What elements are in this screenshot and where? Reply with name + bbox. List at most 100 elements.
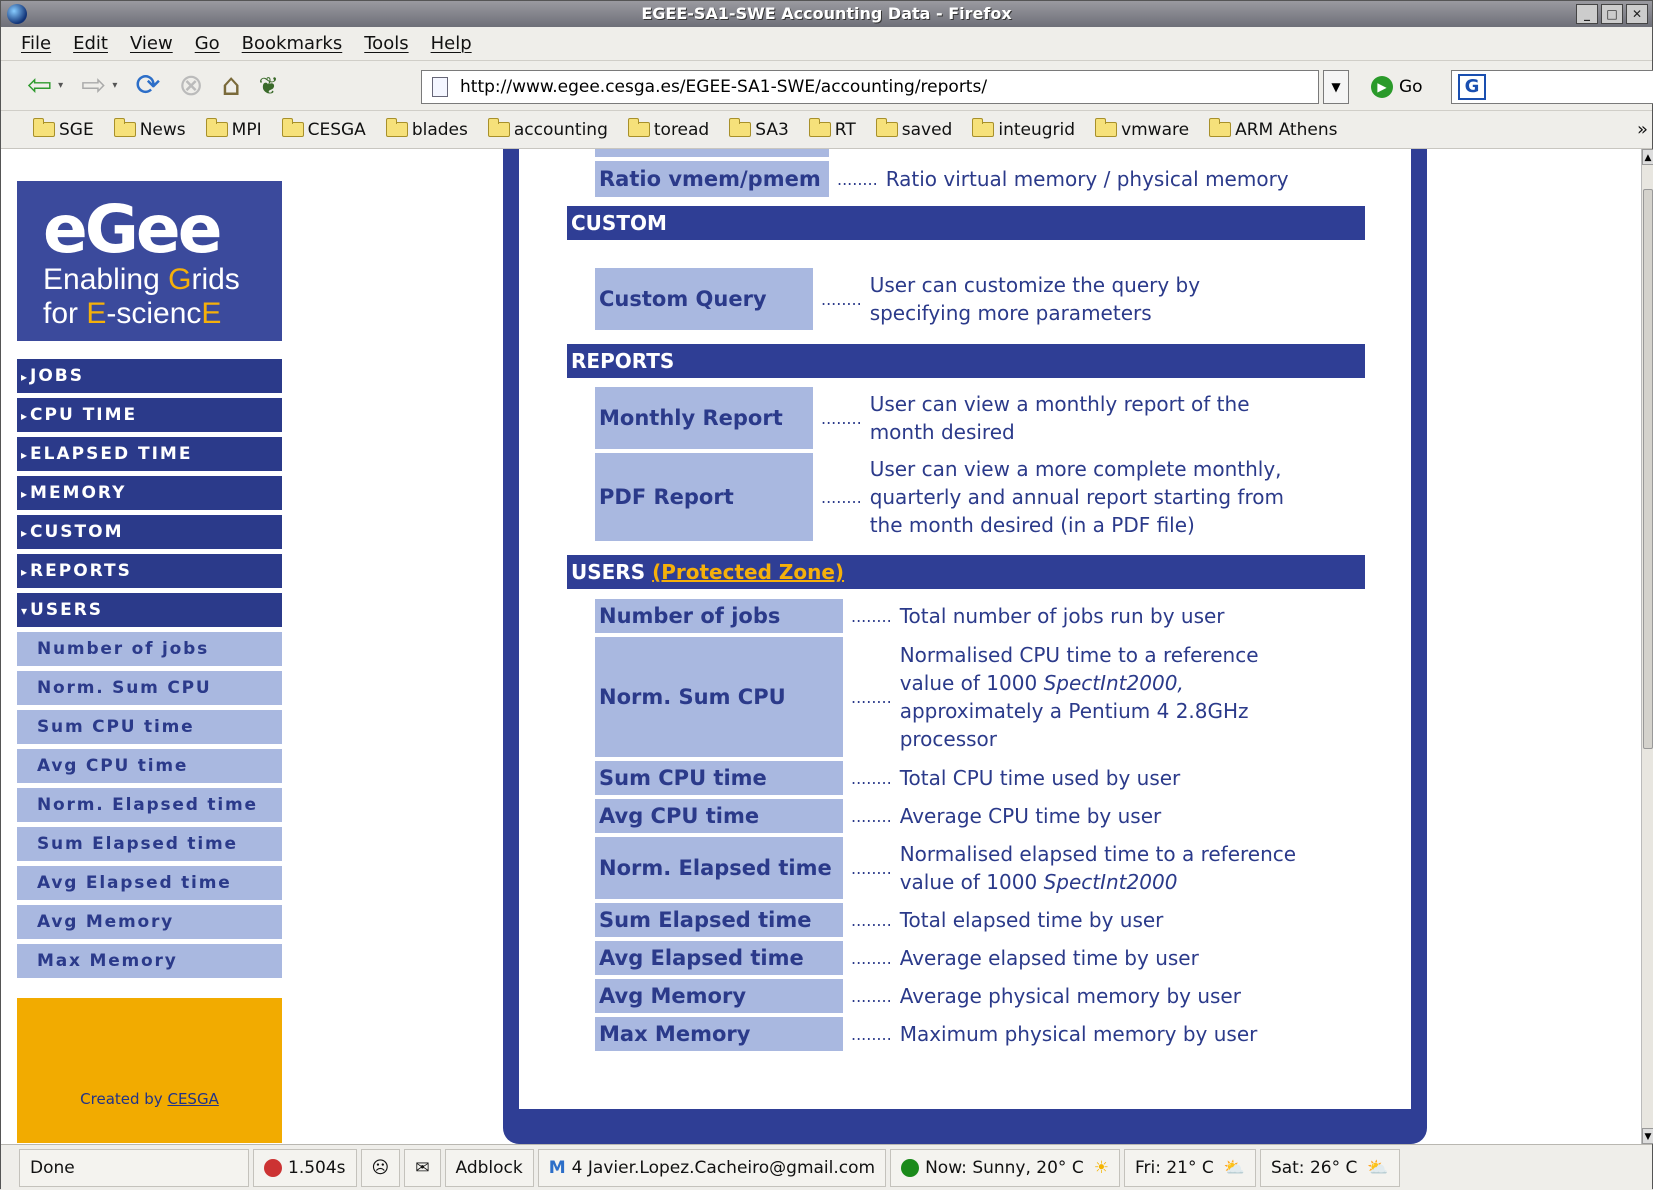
bookmark-blades[interactable]: blades [385,118,468,140]
go-button[interactable]: ▶ Go [1371,70,1423,104]
menu-help[interactable]: Help [431,33,472,54]
custom-query-label[interactable]: Custom Query [595,268,813,330]
back-arrow-icon[interactable]: ⇦ ▾ [27,68,63,103]
bookmark-rt[interactable]: RT [808,118,856,140]
sidebar-item-memory[interactable]: MEMORY [17,476,282,510]
users-label-sum-elapsed-time[interactable]: Sum Elapsed time [595,903,843,937]
ratio-label[interactable]: Ratio vmem/pmem [595,161,829,197]
scrollbar-thumb[interactable] [1643,189,1653,749]
url-field[interactable]: http://www.egee.cesga.es/EGEE-SA1-SWE/ac… [421,70,1319,104]
weather-now[interactable]: Now: Sunny, 20° C ☀ [890,1148,1120,1187]
weather-fri[interactable]: Fri: 21° C ⛅ [1123,1148,1256,1187]
users-label-norm-elapsed-time[interactable]: Norm. Elapsed time [595,837,843,899]
close-button[interactable]: ✕ [1626,4,1648,24]
content-inner: Ratio vmem/pmem ........ Ratio virtual m… [519,149,1411,1109]
folder-icon [875,118,898,137]
menu-view[interactable]: View [130,33,173,54]
users-desc-norm-sum-cpu: Normalised CPU time to a reference value… [899,643,1259,751]
sidebar-subitem-sum-cpu-time[interactable]: Sum CPU time [17,710,282,744]
sidebar-item-jobs[interactable]: JOBS [17,359,282,393]
url-text: http://www.egee.cesga.es/EGEE-SA1-SWE/ac… [460,77,988,97]
smiley-icon[interactable]: ☹ [360,1148,401,1187]
bookmark-mpi[interactable]: MPI [205,118,262,140]
monthly-report-label[interactable]: Monthly Report [595,387,813,449]
weather-sat[interactable]: Sat: 26° C ⛅ [1259,1148,1400,1187]
sidebar-subitem-number-of-jobs[interactable]: Number of jobs [17,632,282,666]
go-arrow-icon: ▶ [1371,76,1393,98]
users-label-sum-cpu-time[interactable]: Sum CPU time [595,761,843,795]
users-desc-avg-elapsed-time: Average elapsed time by user [899,946,1199,970]
users-label-norm-sum-cpu[interactable]: Norm. Sum CPU [595,637,843,757]
users-row-norm-sum-cpu: Norm. Sum CPU ........ Normalised CPU ti… [595,637,1290,757]
bookmark-cesga[interactable]: CESGA [281,118,366,140]
sidebar-subitem-avg-cpu-time[interactable]: Avg CPU time [17,749,282,783]
bookmark-toread[interactable]: toread [627,118,709,140]
sidebar-subitem-norm-elapsed-time[interactable]: Norm. Elapsed time [17,788,282,822]
sidebar-item-cpu-time[interactable]: CPU TIME [17,398,282,432]
folder-icon [972,118,995,137]
cesga-link[interactable]: CESGA [167,1090,218,1108]
bookmark-vmware[interactable]: vmware [1095,118,1189,140]
sidebar-item-reports[interactable]: REPORTS [17,554,282,588]
home-icon[interactable]: ⌂ [222,68,241,103]
users-label-avg-memory[interactable]: Avg Memory [595,979,843,1013]
menu-file[interactable]: File [21,33,51,54]
vertical-scrollbar[interactable]: ▲ ▼ [1641,149,1653,1144]
url-dropdown-button[interactable]: ▼ [1323,70,1349,104]
google-search-field[interactable]: G [1451,70,1653,104]
minimize-button[interactable]: _ [1576,4,1598,24]
users-desc-norm-elapsed-time: Normalised elapsed time to a reference v… [899,842,1297,894]
sidebar-menu: JOBS CPU TIME ELAPSED TIME MEMORY CUSTOM… [17,359,282,983]
forward-arrow-icon[interactable]: ⇨ ▾ [81,68,117,103]
leaf-icon[interactable]: ❦ [259,72,279,100]
users-label-number-of-jobs[interactable]: Number of jobs [595,599,843,633]
folder-icon [205,118,228,137]
folder-icon [33,118,55,137]
pdf-report-desc: User can view a more complete monthly, q… [869,457,1284,537]
gmail-notifier[interactable]: M4 Javier.Lopez.Cacheiro@gmail.com [537,1148,887,1187]
scroll-up-arrow-icon[interactable]: ▲ [1642,149,1653,165]
created-by-text: Created by [80,1090,168,1108]
menu-go[interactable]: Go [195,33,220,54]
bookmark-news[interactable]: News [113,118,186,140]
sidebar-item-users[interactable]: USERS [17,593,282,627]
section-custom: CUSTOM [567,206,1365,240]
bookmark-sa3[interactable]: SA3 [729,118,789,140]
pdf-report-label[interactable]: PDF Report [595,453,813,541]
adblock-panel[interactable]: Adblock [444,1148,534,1187]
sidebar-item-elapsed-time[interactable]: ELAPSED TIME [17,437,282,471]
sidebar-subitem-avg-elapsed-time[interactable]: Avg Elapsed time [17,866,282,900]
firefox-globe-icon [7,4,27,24]
bookmarks-overflow-chevron-icon[interactable]: » [1637,119,1648,140]
bookmark-saved[interactable]: saved [875,118,952,140]
sidebar-subitem-max-memory[interactable]: Max Memory [17,944,282,978]
sidebar-subitem-avg-memory[interactable]: Avg Memory [17,905,282,939]
stop-icon[interactable]: ⊗ [178,68,203,103]
menu-bar: File Edit View Go Bookmarks Tools Help [1,27,1652,61]
menu-bookmarks[interactable]: Bookmarks [242,33,343,54]
ratio-desc: Ratio virtual memory / physical memory [885,167,1289,191]
sidebar-subitem-sum-elapsed-time[interactable]: Sum Elapsed time [17,827,282,861]
google-icon: G [1458,74,1486,100]
bookmark-arm-athens[interactable]: ARM Athens [1209,118,1337,140]
folder-icon [113,118,136,137]
menu-tools[interactable]: Tools [364,33,408,54]
users-desc-sum-elapsed-time: Total elapsed time by user [899,908,1164,932]
menu-edit[interactable]: Edit [73,33,108,54]
bookmark-accounting[interactable]: accounting [487,118,608,140]
sidebar-subitem-norm-sum-cpu[interactable]: Norm. Sum CPU [17,671,282,705]
sidebar-item-custom[interactable]: CUSTOM [17,515,282,549]
bookmark-sge[interactable]: SGE [33,118,94,140]
timer-panel[interactable]: 1.504s [253,1148,357,1187]
page-content: eGee Enabling Grids for E-sciencE JOBS C… [1,149,1641,1144]
reload-icon[interactable]: ⟳ [135,68,160,103]
scroll-down-arrow-icon[interactable]: ▼ [1642,1128,1653,1144]
users-label-avg-elapsed-time[interactable]: Avg Elapsed time [595,941,843,975]
maximize-button[interactable]: □ [1601,4,1623,24]
mail-icon[interactable]: ✉ [404,1148,441,1187]
protected-zone-link[interactable]: (Protected Zone) [652,560,844,584]
users-label-avg-cpu-time[interactable]: Avg CPU time [595,799,843,833]
bookmark-inteugrid[interactable]: inteugrid [972,118,1075,140]
monthly-report-desc: User can view a monthly report of the mo… [869,392,1250,444]
users-label-max-memory[interactable]: Max Memory [595,1017,843,1051]
